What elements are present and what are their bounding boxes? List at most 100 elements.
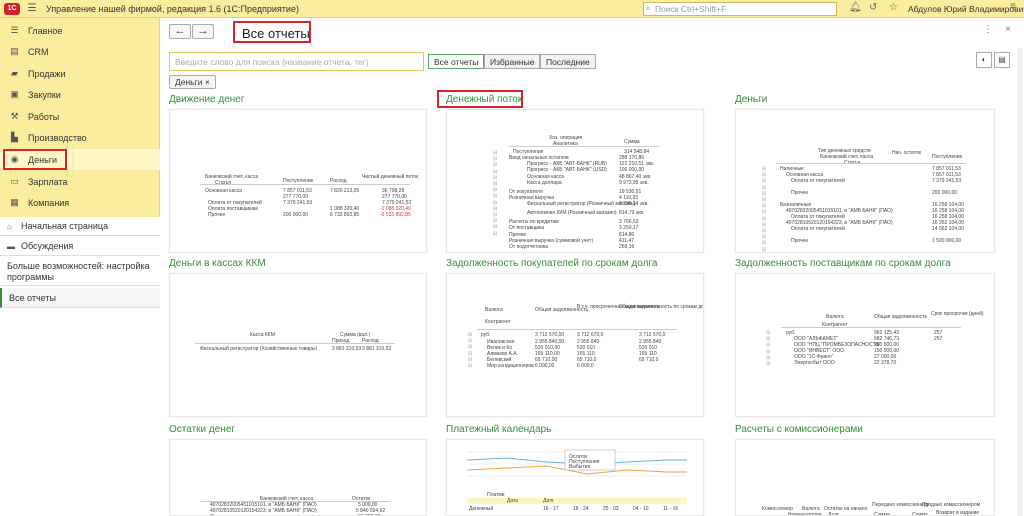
tree-toggle-icon: ⊟ <box>493 193 498 200</box>
report-search-input[interactable]: Введите слово для поиска (название отчет… <box>169 52 424 71</box>
preview-text: 814,79 экв. <box>619 210 645 217</box>
report-preview-card[interactable]: Тип денежных средств Банковский счет, кас… <box>735 109 995 253</box>
preview-text: 1 500 000,00 <box>932 238 962 244</box>
preview-text: Статья <box>215 180 232 186</box>
preview-text: Прочее <box>791 238 809 244</box>
preview-text: Возврат в издание <box>936 510 980 516</box>
preview-text: Валюта <box>485 307 503 313</box>
money-highlight-frame <box>3 149 67 170</box>
preview-text: От покупателя <box>509 188 543 195</box>
all-reports-link[interactable]: Все отчеты <box>0 288 160 308</box>
tree-toggle-icon: ⊟ <box>762 203 767 210</box>
tree-toggle-icon: ⊟ <box>766 342 771 349</box>
company-icon: ▦ <box>10 197 19 207</box>
card-title[interactable]: Расчеты с комиссионерами <box>735 424 863 435</box>
bell-icon[interactable]: 🔔︎ <box>849 2 862 13</box>
preview-text: 16 - 17 <box>543 506 559 512</box>
preview-text: 3 712 670,0 <box>577 332 604 338</box>
sidebar-item-purchases[interactable]: ▣ Закупки <box>0 84 160 105</box>
tiles-view-button[interactable]: ◐ <box>976 52 992 68</box>
card-title[interactable]: Задолженность поставщикам по срокам долг… <box>735 258 951 269</box>
home-page-link[interactable]: ⌂ Начальная страница <box>0 217 160 236</box>
tab-favorites[interactable]: Избранные <box>484 54 541 69</box>
tree-toggle-icon: ⊟ <box>762 246 767 253</box>
table-rule <box>200 501 390 502</box>
report-preview-card[interactable]: Валюта Контрагент Общая задолженность В т.ч… <box>446 273 704 417</box>
scrollbar[interactable] <box>1018 48 1023 516</box>
report-preview-card[interactable]: Комиссионер Валюта Остаток на начало Переда… <box>735 439 995 516</box>
table-rule <box>200 184 410 185</box>
report-preview-card[interactable]: Валюта Контрагент Общая задолженность Срок … <box>735 273 995 417</box>
1c-logo: 1С <box>4 2 20 15</box>
global-search-input[interactable]: ⌕ Поиск Ctrl+Shift+F <box>643 2 837 16</box>
factory-icon: ▙ <box>11 132 18 142</box>
tree-toggle-icon: ⊟ <box>762 178 767 185</box>
back-button[interactable]: ← <box>169 24 191 39</box>
app-title: Управление нашей фирмой, редакция 1.6 (1… <box>46 3 299 14</box>
menu-icon[interactable]: ☰ <box>26 3 38 15</box>
sidebar-item-main[interactable]: ☰ Главное <box>0 20 160 41</box>
forward-button[interactable]: → <box>192 24 214 39</box>
more-features-link[interactable]: Больше возможностей: настройка программы <box>0 258 160 286</box>
tree-toggle-icon: ⊟ <box>493 224 498 231</box>
preview-text: Сумма <box>624 139 640 145</box>
more-actions-icon[interactable]: ⋮ <box>983 24 993 35</box>
user-name[interactable]: Абдулов Юрий Владимирович <box>908 4 1024 14</box>
payment-calendar-chart <box>466 449 687 504</box>
card-title[interactable]: Задолженность покупателей по срокам долг… <box>446 258 657 269</box>
card-title[interactable]: Деньги <box>735 94 767 105</box>
history-icon[interactable]: ↺ <box>869 2 877 13</box>
preview-text: Касса ККМ <box>250 332 275 338</box>
tree-toggle-icon: ⊟ <box>762 240 767 247</box>
preview-text: 200 000,00 <box>283 212 309 218</box>
table-rule <box>509 146 659 147</box>
preview-text: Общая задолженность <box>874 314 928 320</box>
sidebar-item-sales[interactable]: ▰ Продажи <box>0 63 160 84</box>
preview-text: 19 530,51 <box>619 188 642 195</box>
star-icon[interactable]: ☆ <box>889 2 898 13</box>
card-title[interactable]: Остатки денег <box>169 424 235 435</box>
report-preview-card[interactable]: Остаток Поступления Выбытия Платеж 16 - 17 18… <box>446 439 704 516</box>
report-preview-card[interactable]: Банковский счет, касса Статья Поступление Р… <box>169 109 427 253</box>
preview-text: 3 259,17 <box>619 225 639 232</box>
card-title[interactable]: Деньги в кассах ККМ <box>169 258 266 269</box>
preview-text: 288 170,86 <box>619 155 645 161</box>
card-title[interactable]: Платежный календарь <box>446 424 551 435</box>
preview-text: Денежный <box>469 506 494 512</box>
preview-text: Расчеты по кредитам <box>509 219 559 226</box>
report-preview-card[interactable]: Хоз. операция Аналитика Сумма Поступления 31… <box>446 109 704 253</box>
sidebar-item-production[interactable]: ▙ Производство <box>0 127 160 148</box>
preview-text: 7 379 241,53 <box>932 178 962 184</box>
card-title[interactable]: Движение денег <box>169 94 245 105</box>
list-view-button[interactable]: ▤ <box>994 52 1010 68</box>
preview-text: 18 - 24 <box>573 506 589 512</box>
preview-text: Розничная выручка (суммовой учет) <box>509 237 593 244</box>
preview-text: Банковский счет, касса <box>205 174 259 180</box>
report-preview-card[interactable]: Банковский счет, касса Остаток 40702832005… <box>169 439 427 516</box>
preview-text: От подотчетника <box>509 244 548 250</box>
tab-all-reports[interactable]: Все отчеты <box>428 54 485 69</box>
preview-text: 269,16 <box>619 244 635 250</box>
preview-text: Прочее <box>509 231 527 238</box>
main-content: ← → Все отчеты ⋮ × Введите слово для пои… <box>160 18 1024 516</box>
preview-text: Оплата от покупателей <box>791 226 845 232</box>
sidebar-item-salary[interactable]: ▭ Зарплата <box>0 171 160 192</box>
filter-tag-money[interactable]: Деньги × <box>169 75 216 89</box>
sidebar-item-company[interactable]: ▦ Компания <box>0 192 160 213</box>
close-icon[interactable]: × <box>1005 24 1011 35</box>
preview-text: Прогресс - АКБ "АВТ-БАНК" (USD) <box>527 167 607 174</box>
discussions-link[interactable]: ▬ Обсуждения <box>0 237 160 256</box>
title-bar: 1С ☰ Управление нашей фирмой, редакция 1… <box>0 0 1024 18</box>
report-preview-card[interactable]: Касса ККМ Сумма (вал.) Приход Расход Фискаль… <box>169 273 427 417</box>
preview-text: 7 820 213,25 <box>330 188 360 194</box>
preview-text: 6 733 892,85 <box>330 212 360 218</box>
tab-recent[interactable]: Последние <box>540 54 596 69</box>
sidebar-item-works[interactable]: ⚒ Работы <box>0 106 160 127</box>
cart-icon: ▣ <box>10 89 19 99</box>
sidebar-item-crm[interactable]: ▤ CRM <box>0 41 160 62</box>
table-rule <box>195 343 395 344</box>
preview-text: 3 881 310,53 <box>362 346 392 352</box>
preview-text: Основная касса <box>205 188 243 194</box>
more-icon[interactable]: ≡ <box>1010 1 1016 12</box>
tag-close-icon[interactable]: × <box>205 77 210 87</box>
